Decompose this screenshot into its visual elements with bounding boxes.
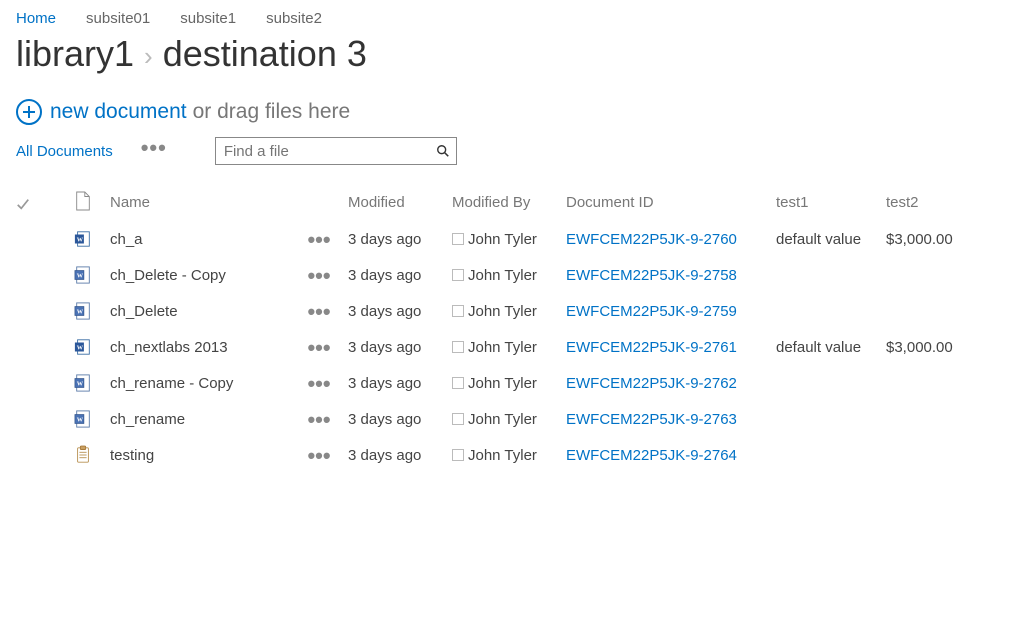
presence-icon [452,377,464,389]
modified-by-link[interactable]: John Tyler [468,267,537,284]
file-name[interactable]: testing [110,447,154,464]
top-nav-link[interactable]: subsite01 [86,10,150,27]
file-name[interactable]: ch_Delete [110,303,178,320]
top-nav-link[interactable]: subsite2 [266,10,322,27]
presence-icon [452,233,464,245]
svg-text:W: W [77,417,84,424]
document-id-link[interactable]: EWFCEM22P5JK-9-2762 [566,375,737,392]
table-row[interactable]: Wch_nextlabs 2013 ••• 3 days ago John Tyler… [16,329,963,365]
new-document-row: new document or drag files here [16,99,1024,125]
modified-value: 3 days ago [348,447,421,464]
modified-by-link[interactable]: John Tyler [468,411,537,428]
presence-icon [452,341,464,353]
search-input[interactable] [216,141,431,162]
svg-text:W: W [77,345,84,352]
doc-file-icon: W [66,265,100,285]
modified-value: 3 days ago [348,411,421,428]
row-menu-icon[interactable]: ••• [307,371,330,396]
breadcrumb-part1[interactable]: library1 [16,33,134,75]
new-document-link[interactable]: new document [50,100,187,124]
table-row[interactable]: Wch_rename ••• 3 days ago John Tyler EWFCEM2… [16,401,963,437]
presence-icon [452,305,464,317]
column-modified-by[interactable]: Modified By [452,187,566,221]
table-row[interactable]: Wch_Delete ••• 3 days ago John Tyler EWFCEM2… [16,293,963,329]
file-name[interactable]: ch_a [110,231,143,248]
modified-by-link[interactable]: John Tyler [468,231,537,248]
table-row[interactable]: Wch_a ••• 3 days ago John Tyler EWFCEM22P5JK… [16,221,963,257]
svg-text:W: W [77,237,84,244]
document-list: Name Modified Modified By Document ID te… [16,187,963,473]
row-menu-icon[interactable]: ••• [307,227,330,252]
presence-icon [452,413,464,425]
breadcrumb-part2: destination 3 [163,33,367,75]
column-type-icon[interactable] [66,187,110,221]
doc-file-icon: W [66,373,100,393]
document-id-link[interactable]: EWFCEM22P5JK-9-2759 [566,303,737,320]
row-menu-icon[interactable]: ••• [307,443,330,468]
test2-value: $3,000.00 [886,231,953,248]
test1-value: default value [776,231,861,248]
modified-value: 3 days ago [348,267,421,284]
note-file-icon [66,445,100,465]
document-id-link[interactable]: EWFCEM22P5JK-9-2760 [566,231,737,248]
row-menu-icon[interactable]: ••• [307,299,330,324]
file-name[interactable]: ch_rename - Copy [110,375,233,392]
doc-file-icon: W [66,409,100,429]
top-nav-link[interactable]: Home [16,10,56,27]
all-documents-view[interactable]: All Documents [16,143,113,160]
file-name[interactable]: ch_nextlabs 2013 [110,339,228,356]
column-document-id[interactable]: Document ID [566,187,776,221]
search-box [215,137,457,165]
column-test1[interactable]: test1 [776,187,886,221]
page-root: Home subsite01 subsite1 subsite2 library1 ›… [0,0,1024,473]
modified-by-link[interactable]: John Tyler [468,303,537,320]
row-menu-icon[interactable]: ••• [307,335,330,360]
search-icon[interactable] [431,144,456,158]
document-id-link[interactable]: EWFCEM22P5JK-9-2763 [566,411,737,428]
breadcrumb: library1 › destination 3 [16,33,1024,75]
modified-value: 3 days ago [348,231,421,248]
view-row: All Documents ••• [16,137,1024,165]
chevron-right-icon: › [144,41,153,72]
document-id-link[interactable]: EWFCEM22P5JK-9-2761 [566,339,737,356]
file-name[interactable]: ch_rename [110,411,185,428]
document-id-link[interactable]: EWFCEM22P5JK-9-2758 [566,267,737,284]
docx-file-icon: W [66,229,100,249]
table-row[interactable]: testing ••• 3 days ago John Tyler EWFCEM22P5… [16,437,963,473]
presence-icon [452,269,464,281]
plus-icon[interactable] [16,99,42,125]
modified-by-link[interactable]: John Tyler [468,375,537,392]
document-id-link[interactable]: EWFCEM22P5JK-9-2764 [566,447,737,464]
test1-value: default value [776,339,861,356]
top-nav: Home subsite01 subsite1 subsite2 [16,10,1024,27]
test2-value: $3,000.00 [886,339,953,356]
svg-text:W: W [77,381,84,388]
modified-value: 3 days ago [348,303,421,320]
svg-text:W: W [77,309,84,316]
column-test2[interactable]: test2 [886,187,963,221]
select-all-toggle[interactable] [16,187,66,221]
modified-by-link[interactable]: John Tyler [468,447,537,464]
modified-by-link[interactable]: John Tyler [468,339,537,356]
table-row[interactable]: Wch_Delete - Copy ••• 3 days ago John Tyler… [16,257,963,293]
docx-file-icon: W [66,337,100,357]
table-row[interactable]: Wch_rename - Copy ••• 3 days ago John Tyler… [16,365,963,401]
column-name[interactable]: Name [110,187,300,221]
doc-file-icon: W [66,301,100,321]
svg-text:W: W [77,273,84,280]
file-name[interactable]: ch_Delete - Copy [110,267,226,284]
modified-value: 3 days ago [348,339,421,356]
column-modified[interactable]: Modified [348,187,452,221]
row-menu-icon[interactable]: ••• [307,407,330,432]
presence-icon [452,449,464,461]
row-menu-icon[interactable]: ••• [307,263,330,288]
views-more-icon[interactable]: ••• [141,142,167,153]
drag-hint: or drag files here [193,100,351,124]
top-nav-link[interactable]: subsite1 [180,10,236,27]
modified-value: 3 days ago [348,375,421,392]
